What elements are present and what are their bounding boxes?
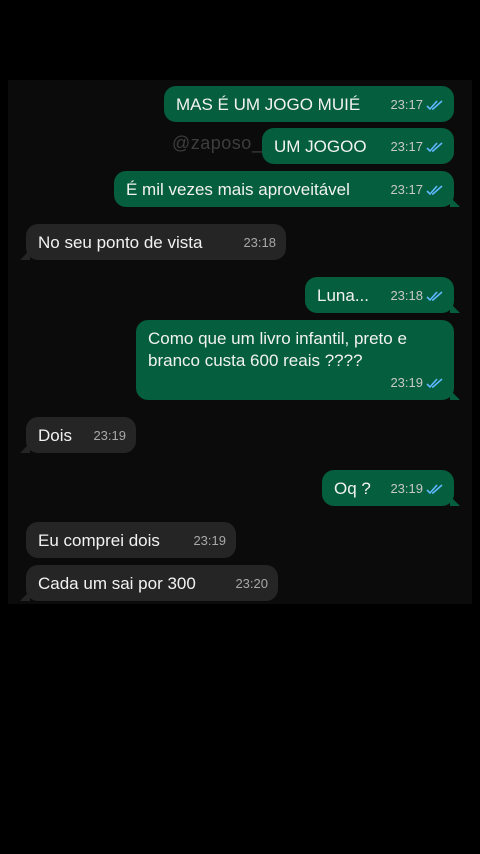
double-check-read-icon	[426, 184, 444, 196]
message-time: 23:17	[390, 97, 423, 112]
message-meta: 23:19	[390, 478, 444, 500]
message-bubble-outgoing[interactable]: UM JOGOO 23:17	[262, 128, 454, 164]
double-check-read-icon	[426, 141, 444, 153]
message-meta: 23:17	[390, 179, 444, 201]
message-time: 23:17	[390, 182, 423, 197]
message-text: Como que um livro infantil, preto e bran…	[148, 329, 412, 370]
message-meta: 23:20	[235, 573, 268, 595]
message-bubble-outgoing[interactable]: Como que um livro infantil, preto e bran…	[136, 320, 460, 400]
message-time: 23:19	[390, 375, 423, 390]
message-text: É mil vezes mais aproveitável	[126, 180, 350, 199]
message-bubble-incoming[interactable]: Cada um sai por 300 23:20	[20, 565, 278, 601]
double-check-read-icon	[426, 99, 444, 111]
double-check-read-icon	[426, 483, 444, 495]
message-bubble-outgoing[interactable]: Luna... 23:18	[305, 277, 460, 313]
message-meta: 23:18	[390, 285, 444, 307]
message-bubble-incoming[interactable]: Eu comprei dois 23:19	[26, 522, 236, 558]
message-time: 23:19	[193, 533, 226, 548]
message-text: Oq ?	[334, 479, 371, 498]
message-time: 23:19	[390, 481, 423, 496]
message-text: Cada um sai por 300	[38, 574, 196, 593]
message-text: UM JOGOO	[274, 137, 367, 156]
message-time: 23:18	[390, 288, 423, 303]
message-meta: 23:19	[390, 372, 444, 394]
message-text: MAS É UM JOGO MUIÉ	[176, 95, 361, 114]
message-text: Luna...	[317, 286, 369, 305]
message-text: Eu comprei dois	[38, 531, 160, 550]
double-check-read-icon	[426, 377, 444, 389]
message-meta: 23:17	[390, 136, 444, 158]
message-text: No seu ponto de vista	[38, 233, 203, 252]
message-bubble-outgoing[interactable]: Oq ? 23:19	[322, 470, 460, 506]
message-time: 23:17	[390, 139, 423, 154]
message-meta: 23:19	[93, 425, 126, 447]
double-check-read-icon	[426, 290, 444, 302]
message-time: 23:20	[235, 576, 268, 591]
message-text: Dois	[38, 426, 73, 445]
message-time: 23:19	[93, 428, 126, 443]
message-meta: 23:18	[243, 232, 276, 254]
message-bubble-incoming[interactable]: No seu ponto de vista 23:18	[20, 224, 286, 260]
message-bubble-outgoing[interactable]: É mil vezes mais aproveitável 23:17	[114, 171, 460, 207]
chat-area[interactable]: @zaposo_úm MAS É UM JOGO MUIÉ 23:17 UM J…	[8, 80, 472, 604]
message-bubble-incoming[interactable]: Dois 23:19	[20, 417, 136, 453]
message-meta: 23:17	[390, 94, 444, 116]
message-meta: 23:19	[193, 530, 226, 552]
message-time: 23:18	[243, 235, 276, 250]
message-bubble-outgoing[interactable]: MAS É UM JOGO MUIÉ 23:17	[164, 86, 454, 122]
